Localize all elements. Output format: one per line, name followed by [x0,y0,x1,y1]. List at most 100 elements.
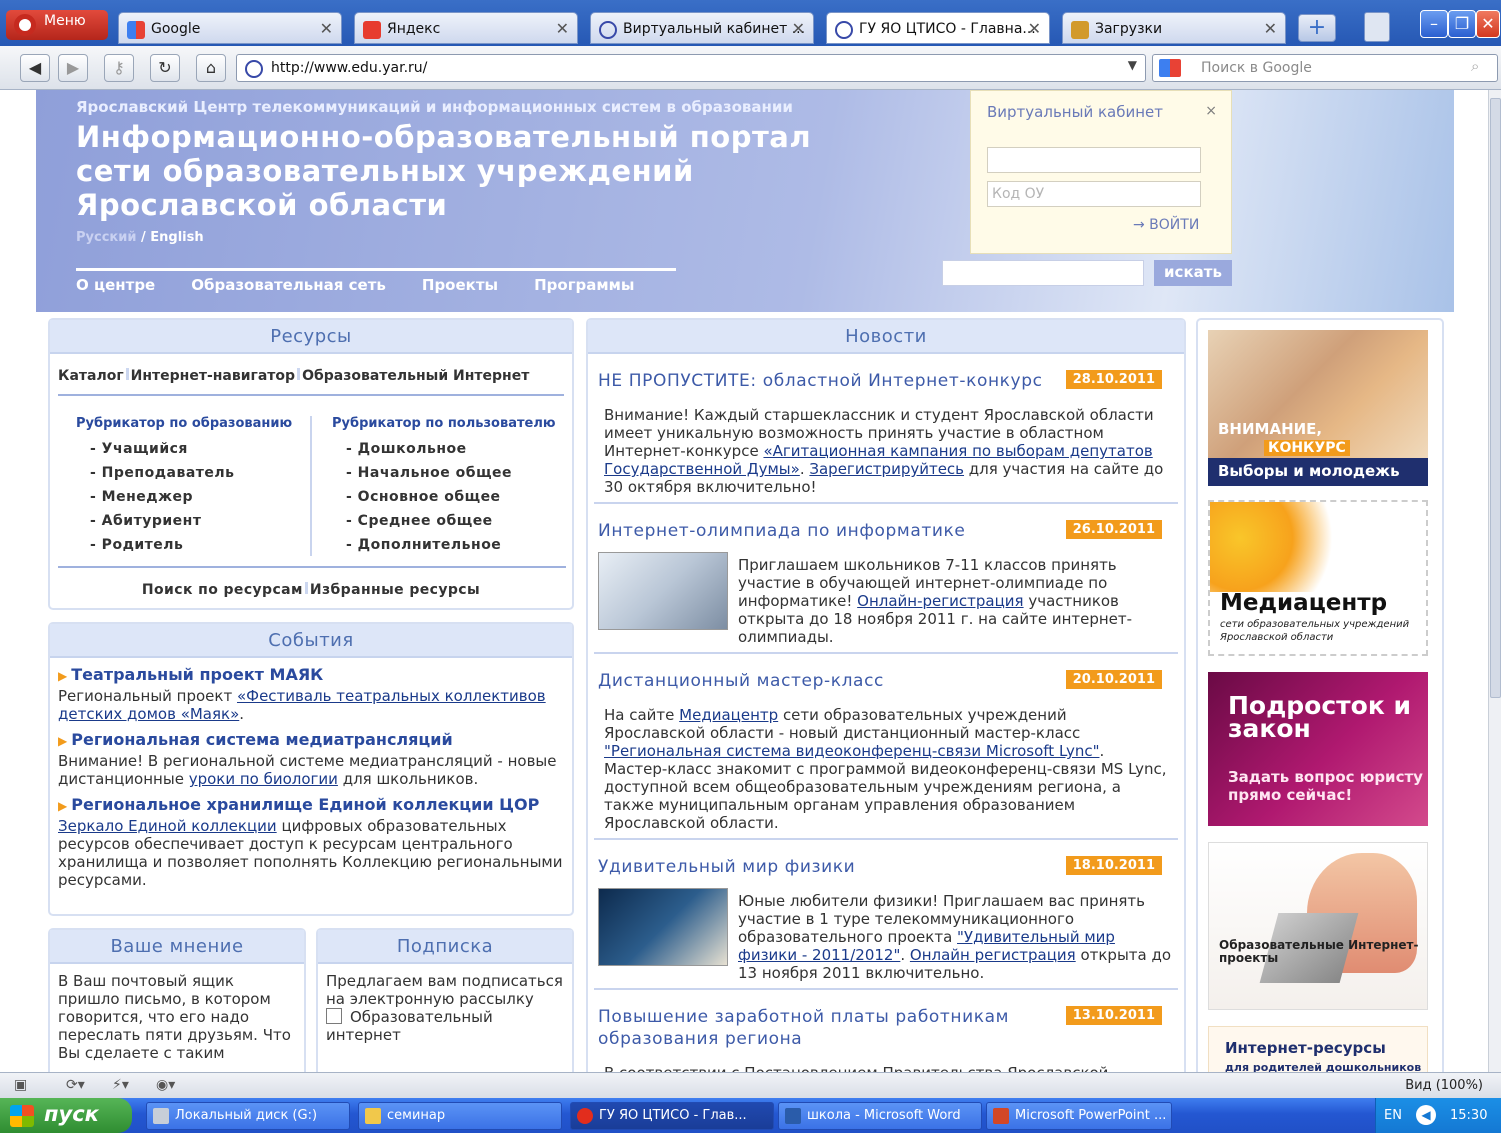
opera-menu-button[interactable]: Меню [6,10,108,40]
resource-search-link[interactable]: Поиск по ресурсам [142,582,303,598]
login-button[interactable]: → ВОЙТИ [1133,217,1199,233]
minimize-button[interactable]: – [1420,10,1448,38]
tab-separator [297,368,301,380]
banner-parent-resources[interactable]: Интернет-ресурсы для родителей дошкольни… [1208,1026,1428,1072]
images-icon[interactable]: ◉▾ [156,1077,175,1093]
home-button[interactable]: ⌂ [196,54,226,82]
rubric-item[interactable]: - Преподаватель [76,461,292,485]
taskbar-item-seminar[interactable]: семинар [358,1102,562,1130]
news-link[interactable]: Зарегистрируйтесь [809,460,964,478]
close-icon[interactable]: ✕ [1264,19,1277,38]
rubricator-title[interactable]: Рубрикатор по пользователю [332,416,555,431]
lang-ru-link[interactable]: Русский [76,230,136,245]
panel-toggle-icon[interactable]: ▣ [14,1077,27,1093]
rubric-item[interactable]: - Абитуриент [76,509,292,533]
zoom-level[interactable]: Вид (100%) [1405,1078,1483,1093]
reload-button[interactable]: ↻ [150,54,180,82]
event-title[interactable]: ▶ Театральный проект МАЯК [58,666,564,685]
computer-thumbnail-image[interactable] [598,552,728,630]
maximize-button[interactable]: ❐ [1448,10,1476,38]
news-link[interactable]: Онлайн-регистрация [857,592,1023,610]
tab-virtual-cabinet[interactable]: Виртуальный кабинет ... ✕ [590,12,814,44]
taskbar-item-powerpoint[interactable]: Microsoft PowerPoint ... [986,1102,1172,1130]
key-icon[interactable]: ⚷ [104,54,134,82]
nav-about[interactable]: О центре [76,276,155,294]
event-link[interactable]: уроки по биологии [189,770,338,788]
news-link[interactable]: Медиацентр [679,706,778,724]
school-code-field[interactable]: Код ОУ [987,181,1201,207]
news-headline[interactable]: НЕ ПРОПУСТИТЕ: областной Интернет-конкур… [598,370,1068,392]
tab-catalog[interactable]: Каталог [58,368,124,384]
nav-edu-network[interactable]: Образовательная сеть [191,276,386,294]
tab-cticso-active[interactable]: ГУ ЯО ЦТИСО - Главна... ✕ [826,12,1050,44]
forward-button[interactable]: ▶ [58,54,88,82]
nav-programs[interactable]: Программы [534,276,634,294]
close-icon[interactable]: ✕ [792,19,805,38]
search-input[interactable]: Поиск в Google ⌕ [1152,54,1498,82]
rubric-item[interactable]: - Дополнительное [332,533,555,557]
login-field[interactable] [987,147,1201,173]
vertical-scrollbar[interactable] [1488,90,1501,1072]
rubric-item[interactable]: - Дошкольное [332,437,555,461]
rubric-item[interactable]: - Основное общее [332,485,555,509]
event-link[interactable]: Зеркало Единой коллекции [58,817,277,835]
lang-en-link[interactable]: English [150,230,203,245]
search-icon[interactable]: ⌕ [1471,57,1493,79]
news-headline[interactable]: Дистанционный мастер-класс [598,670,1068,692]
taskbar-item-opera[interactable]: ГУ ЯО ЦТИСО - Глав... [570,1102,774,1130]
taskbar-item-local-disk[interactable]: Локальный диск (G:) [146,1102,350,1130]
banner-mediacenter[interactable]: Медиацентр сети образовательных учрежден… [1208,500,1428,656]
network-icon[interactable]: ◀ [1416,1105,1436,1125]
scrollbar-thumb[interactable] [1490,98,1501,698]
tab-yandex[interactable]: Яндекс ✕ [354,12,578,44]
rubric-item[interactable]: - Учащийся [76,437,292,461]
close-icon[interactable]: ✕ [556,19,569,38]
subscribe-checkbox[interactable] [326,1008,342,1024]
language-indicator[interactable]: EN [1384,1108,1402,1123]
event-title[interactable]: ▶ Региональное хранилище Единой коллекции… [58,796,564,815]
close-icon[interactable]: × [1205,103,1217,119]
start-button[interactable]: пуск [0,1098,132,1133]
event-title-text[interactable]: Театральный проект МАЯК [71,665,323,684]
new-tab-button[interactable]: + [1298,14,1336,42]
event-title-text[interactable]: Региональное хранилище Единой коллекции … [71,795,539,814]
news-headline[interactable]: Удивительный мир физики [598,856,1068,878]
site-search-input[interactable] [942,260,1144,286]
rubricator-title[interactable]: Рубрикатор по образованию [76,416,292,431]
physics-thumbnail-image[interactable] [598,888,728,966]
address-input[interactable]: http://www.edu.yar.ru/ ▼ [236,54,1146,82]
rubric-item[interactable]: - Менеджер [76,485,292,509]
rubric-item[interactable]: - Начальное общее [332,461,555,485]
nav-projects[interactable]: Проекты [422,276,498,294]
chevron-down-icon[interactable]: ▼ [1128,58,1137,72]
taskbar-item-word[interactable]: школа - Microsoft Word [778,1102,982,1130]
event-title[interactable]: ▶ Региональная система медиатрансляций [58,731,564,750]
close-icon[interactable]: ✕ [1028,19,1041,38]
tab-navigator[interactable]: Интернет-навигатор [131,368,295,384]
tab-downloads[interactable]: Загрузки ✕ [1062,12,1286,44]
rubric-item[interactable]: - Родитель [76,533,292,557]
news-link[interactable]: "Региональная система видеоконференц-свя… [604,742,1099,760]
banner-elections-youth[interactable]: ВНИМАНИЕ, КОНКУРС Выборы и молодежь [1208,330,1428,486]
favorite-resources-link[interactable]: Избранные ресурсы [310,582,480,598]
site-search-button[interactable]: искать [1154,260,1232,286]
tab-label: Яндекс [387,21,441,37]
news-link[interactable]: Онлайн регистрация [910,946,1076,964]
subscribe-option[interactable]: Образовательный интернет [326,1008,564,1044]
turbo-icon[interactable]: ⚡▾ [112,1077,129,1093]
trash-icon[interactable] [1364,12,1390,42]
banner-internet-projects[interactable]: Образовательные Интернет-проекты [1208,842,1428,1010]
news-headline[interactable]: Повышение заработной платы работникам об… [598,1006,1068,1050]
close-icon[interactable]: ✕ [320,19,333,38]
tab-edu-internet[interactable]: Образовательный Интернет [302,368,529,384]
rubric-item[interactable]: - Среднее общее [332,509,555,533]
back-button[interactable]: ◀ [20,54,50,82]
banner-teen-law[interactable]: Подросток и закон Задать вопрос юристу п… [1208,672,1428,826]
tab-google[interactable]: Google ✕ [118,12,342,44]
news-headline[interactable]: Интернет-олимпиада по информатике [598,520,1068,542]
sync-icon[interactable]: ⟳▾ [66,1077,85,1093]
event-title-text[interactable]: Региональная система медиатрансляций [71,730,452,749]
taskbar-label: Локальный диск (G:) [175,1108,318,1123]
close-window-button[interactable]: ✕ [1476,10,1500,38]
clock[interactable]: 15:30 [1450,1108,1487,1123]
